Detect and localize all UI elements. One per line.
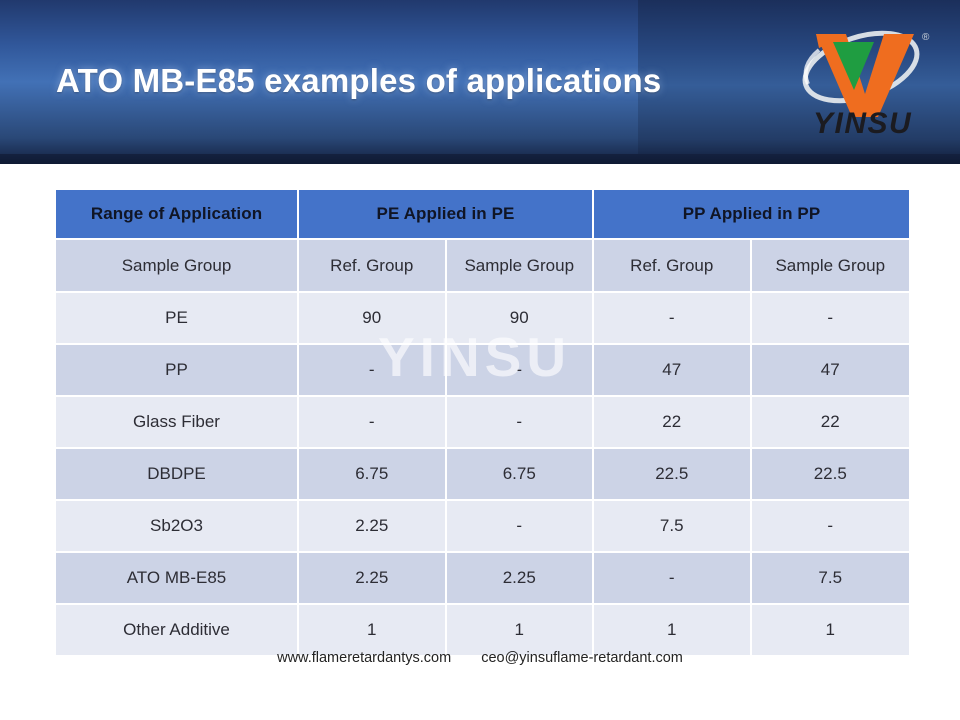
cell-value: 2.25 <box>299 553 447 605</box>
row-label: ATO MB-E85 <box>56 553 299 605</box>
logo-wordmark: YINSU <box>813 107 912 140</box>
footer-contact-bar: www.flameretardantys.com ceo@yinsuflame-… <box>0 650 960 666</box>
cell-value: 47 <box>594 345 752 397</box>
table-row: DBDPE 6.75 6.75 22.5 22.5 <box>56 449 909 501</box>
cell-value: 22 <box>594 397 752 449</box>
footer-email[interactable]: ceo@yinsuflame-retardant.com <box>481 650 683 666</box>
cell-value: - <box>751 501 909 553</box>
footer-website[interactable]: www.flameretardantys.com <box>277 650 451 666</box>
cell-value: 22 <box>751 397 909 449</box>
applications-table: Range of Application PE Applied in PE PP… <box>56 190 909 657</box>
sub-header-ref-group-pp: Ref. Group <box>594 240 752 293</box>
table-group-header-row: Range of Application PE Applied in PE PP… <box>56 190 909 240</box>
row-label: DBDPE <box>56 449 299 501</box>
sub-header-sample-group-0: Sample Group <box>56 240 299 293</box>
registered-mark-icon: ® <box>922 32 930 43</box>
cell-value: 90 <box>446 293 594 345</box>
sub-header-sample-group-pp: Sample Group <box>751 240 909 293</box>
header-bottom-edge <box>0 154 960 164</box>
cell-value: 2.25 <box>446 553 594 605</box>
cell-value: 90 <box>299 293 447 345</box>
cell-value: - <box>446 397 594 449</box>
table-row: PE 90 90 - - <box>56 293 909 345</box>
table-row: PP - - 47 47 <box>56 345 909 397</box>
cell-value: - <box>299 345 447 397</box>
row-label: Sb2O3 <box>56 501 299 553</box>
table-sub-header-row: Sample Group Ref. Group Sample Group Ref… <box>56 240 909 293</box>
row-label: Glass Fiber <box>56 397 299 449</box>
cell-value: 7.5 <box>594 501 752 553</box>
cell-value: 22.5 <box>594 449 752 501</box>
column-header-pp-applied-in-pp: PP Applied in PP <box>594 190 909 240</box>
cell-value: 7.5 <box>751 553 909 605</box>
yinsu-logo: ® YINSU <box>786 22 936 140</box>
row-label: PP <box>56 345 299 397</box>
sub-header-ref-group-pe: Ref. Group <box>299 240 447 293</box>
table-row: Sb2O3 2.25 - 7.5 - <box>56 501 909 553</box>
cell-value: - <box>594 553 752 605</box>
cell-value: - <box>751 293 909 345</box>
cell-value: - <box>446 345 594 397</box>
table-row: ATO MB-E85 2.25 2.25 - 7.5 <box>56 553 909 605</box>
table-row: Glass Fiber - - 22 22 <box>56 397 909 449</box>
row-label: PE <box>56 293 299 345</box>
page-title: ATO MB-E85 examples of applications <box>56 62 662 99</box>
column-header-pe-applied-in-pe: PE Applied in PE <box>299 190 594 240</box>
cell-value: 6.75 <box>299 449 447 501</box>
logo-v-mark-icon <box>816 34 914 117</box>
cell-value: - <box>446 501 594 553</box>
cell-value: 47 <box>751 345 909 397</box>
applications-table-container: Range of Application PE Applied in PE PP… <box>56 190 909 657</box>
cell-value: - <box>299 397 447 449</box>
cell-value: 22.5 <box>751 449 909 501</box>
column-header-range-of-application: Range of Application <box>56 190 299 240</box>
cell-value: 2.25 <box>299 501 447 553</box>
cell-value: 6.75 <box>446 449 594 501</box>
cell-value: - <box>594 293 752 345</box>
sub-header-sample-group-pe: Sample Group <box>446 240 594 293</box>
